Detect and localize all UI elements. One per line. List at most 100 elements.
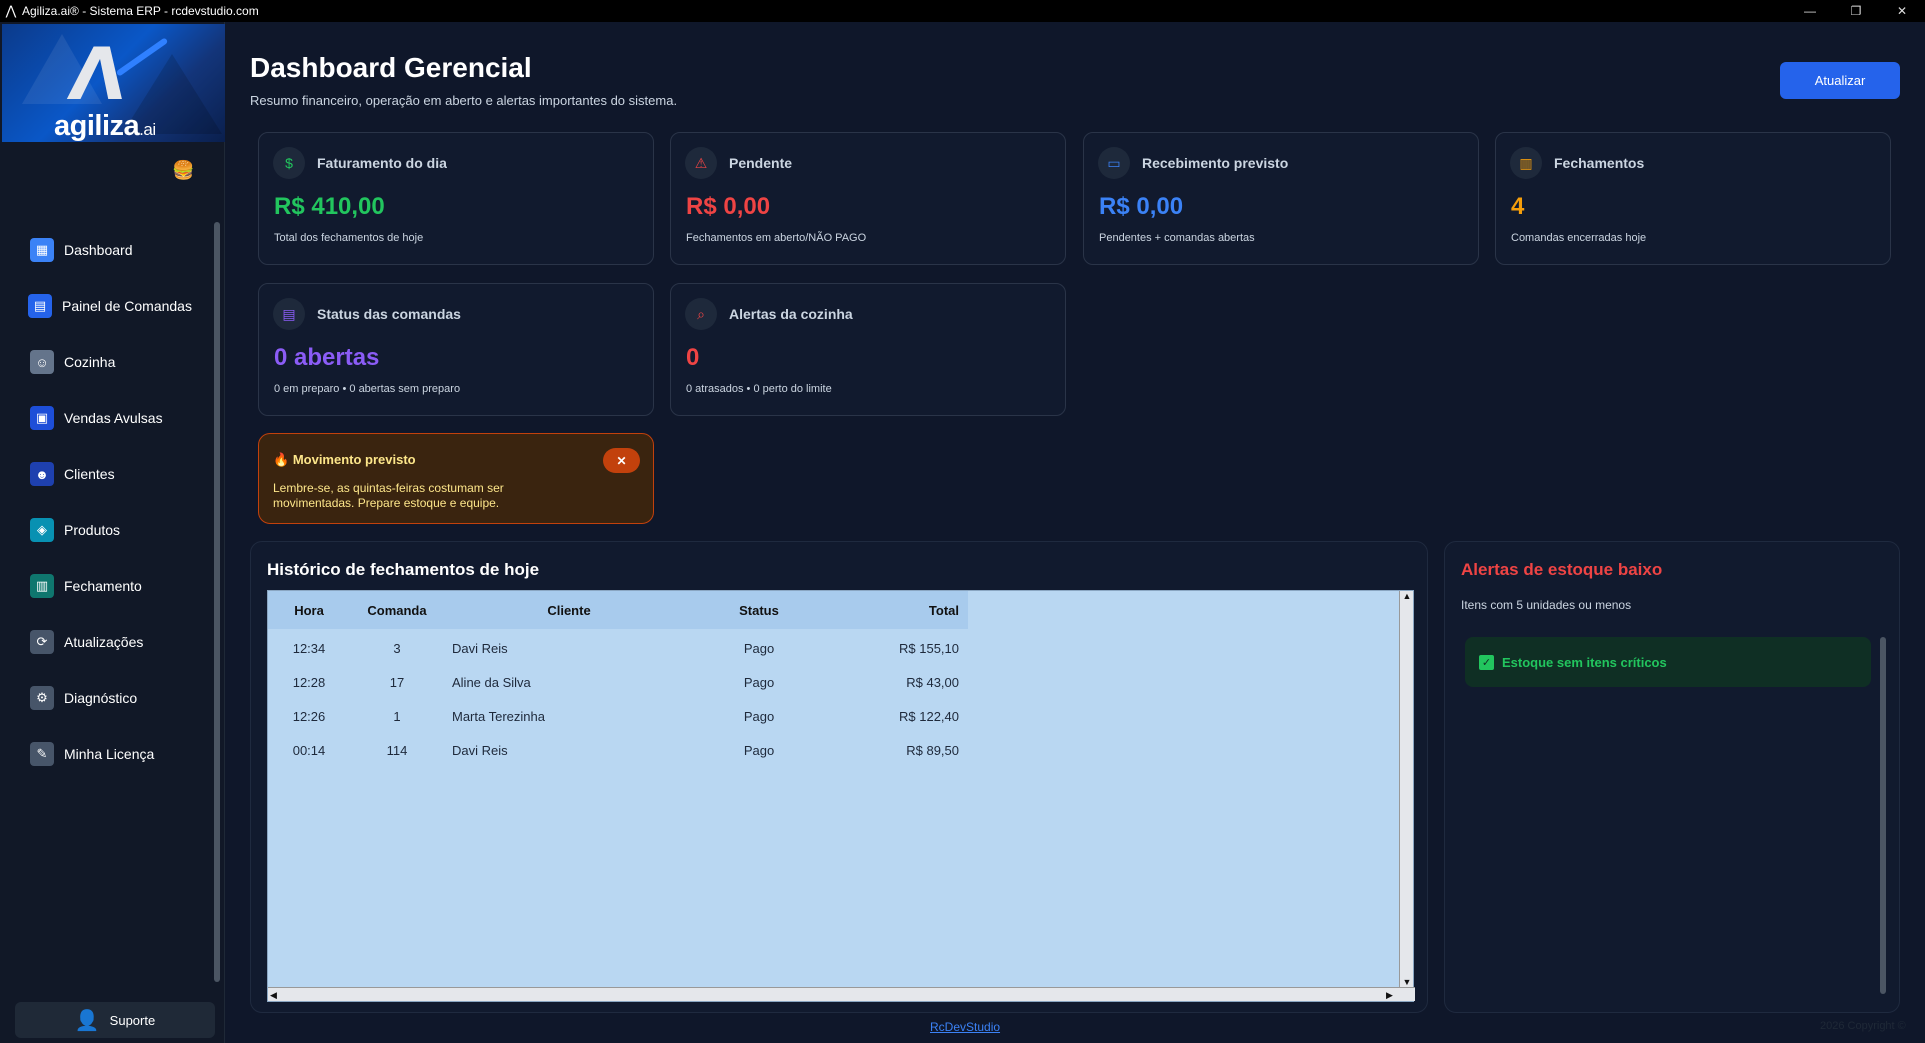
notice-title: 🔥 Movimento previsto (273, 452, 416, 467)
sidebar-scrollbar[interactable] (214, 222, 220, 982)
sales-icon: ▣ (30, 406, 54, 430)
restore-icon[interactable]: ❐ (1833, 4, 1879, 18)
menu-toggle-icon[interactable]: 🍔 (172, 160, 194, 181)
page-title: Dashboard Gerencial (250, 52, 532, 83)
column-header-hora[interactable]: Hora (268, 603, 350, 618)
chart-icon: ▥ (1510, 147, 1542, 179)
close-icon[interactable]: ✕ (1879, 4, 1925, 18)
sidebar-item-fechamento[interactable]: ▥ Fechamento (0, 558, 210, 614)
scroll-down-icon[interactable]: ▼ (1400, 977, 1414, 987)
warning-icon: ⚠ (685, 147, 717, 179)
sidebar-item-produtos[interactable]: ◈ Produtos (0, 502, 210, 558)
card-title: Pendente (729, 155, 793, 171)
history-title: Histórico de fechamentos de hoje (267, 560, 540, 579)
column-header-cliente[interactable]: Cliente (444, 603, 694, 618)
sidebar-item-painel-comandas[interactable]: ▤ Painel de Comandas (0, 278, 210, 334)
table-header: Hora Comanda Cliente Status Total (268, 591, 968, 629)
cell-total: R$ 155,10 (899, 640, 959, 656)
column-header-status[interactable]: Status (694, 603, 824, 618)
cell-cliente: Aline da Silva (452, 674, 531, 690)
receipt-icon: ▤ (273, 298, 305, 330)
table-row[interactable]: 12:26 1 Marta Terezinha Pago R$ 122,40 (268, 699, 968, 733)
history-table[interactable]: Hora Comanda Cliente Status Total 12:34 … (267, 590, 1415, 1002)
cell-comanda: 114 (386, 742, 408, 758)
scroll-left-icon[interactable]: ◀ (270, 988, 277, 1002)
table-row[interactable]: 12:34 3 Davi Reis Pago R$ 155,10 (268, 631, 968, 665)
sidebar-item-label: Fechamento (64, 578, 142, 594)
support-label: Suporte (109, 1012, 156, 1028)
table-vertical-scrollbar[interactable]: ▲ ▼ (1399, 591, 1413, 987)
cell-comanda: 17 (389, 674, 405, 690)
cell-comanda: 3 (393, 640, 401, 656)
column-header-comanda[interactable]: Comanda (350, 603, 444, 618)
license-icon: ✎ (30, 742, 54, 766)
footer-link[interactable]: RcDevStudio (930, 1020, 1000, 1034)
card-alertas-cozinha: ⌕ Alertas da cozinha 0 0 atrasados • 0 pe… (670, 283, 1066, 416)
sidebar: Λ agiliza.ai 🍔 ▦ Dashboard ▤ Painel de C… (0, 22, 225, 1043)
column-header-total[interactable]: Total (824, 603, 964, 618)
cell-status: Pago (743, 640, 775, 656)
cell-total: R$ 43,00 (906, 674, 959, 690)
card-value: 4 (1511, 193, 1525, 220)
scroll-right-icon[interactable]: ▶ (1386, 988, 1393, 1002)
sidebar-item-label: Diagnóstico (64, 690, 138, 706)
cell-hora: 12:28 (292, 674, 326, 690)
alert-search-icon: ⌕ (685, 298, 717, 330)
support-button[interactable]: 👤 Suporte (15, 1002, 215, 1038)
cell-total: R$ 89,50 (906, 742, 959, 758)
closing-icon: ▥ (30, 574, 54, 598)
sidebar-item-atualizacoes[interactable]: ⟳ Atualizações (0, 614, 210, 670)
minimize-icon[interactable]: — (1787, 4, 1833, 18)
history-panel: Histórico de fechamentos de hoje Hora Co… (250, 541, 1428, 1013)
stock-scrollbar[interactable] (1880, 637, 1886, 994)
sidebar-item-label: Produtos (64, 522, 121, 538)
dashboard-icon: ▦ (30, 238, 54, 262)
card-value: 0 abertas (274, 344, 380, 371)
sidebar-item-label: Minha Licença (64, 746, 155, 762)
card-value: R$ 0,00 (686, 193, 771, 220)
card-desc: 0 atrasados • 0 perto do limite (686, 383, 832, 395)
window-title: Agiliza.ai® - Sistema ERP - rcdevstudio.… (22, 4, 259, 18)
card-status-comandas: ▤ Status das comandas 0 abertas 0 em prep… (258, 283, 654, 416)
card-desc: Total dos fechamentos de hoje (274, 232, 424, 244)
table-row[interactable]: 12:28 17 Aline da Silva Pago R$ 43,00 (268, 665, 968, 699)
scroll-up-icon[interactable]: ▲ (1400, 591, 1414, 601)
card-desc: Comandas encerradas hoje (1511, 232, 1647, 244)
sidebar-item-cozinha[interactable]: ☺ Cozinha (0, 334, 210, 390)
sidebar-item-vendas-avulsas[interactable]: ▣ Vendas Avulsas (0, 390, 210, 446)
cell-cliente: Davi Reis (452, 742, 508, 758)
money-icon: $ (273, 147, 305, 179)
copyright-text: 2026 Copyright © (1820, 1020, 1906, 1032)
updates-icon: ⟳ (30, 630, 54, 654)
sidebar-item-dashboard[interactable]: ▦ Dashboard (0, 222, 210, 278)
cell-hora: 12:26 (292, 708, 326, 724)
notice-close-button[interactable]: ✕ (603, 448, 640, 473)
flame-icon: 🔥 (273, 452, 293, 467)
table-horizontal-scrollbar[interactable]: ◀ ▶ (268, 987, 1415, 1001)
card-value: 0 (686, 344, 700, 371)
sidebar-item-minha-licenca[interactable]: ✎ Minha Licença (0, 726, 210, 782)
card-desc: 0 em preparo • 0 abertas sem preparo (274, 383, 461, 395)
cell-hora: 12:34 (292, 640, 326, 656)
sidebar-item-clientes[interactable]: ☻ Clientes (0, 446, 210, 502)
cell-total: R$ 122,40 (899, 708, 959, 724)
sidebar-item-diagnostico[interactable]: ⚙ Diagnóstico (0, 670, 210, 726)
cell-status: Pago (743, 742, 775, 758)
card-title: Fechamentos (1554, 155, 1645, 171)
cell-status: Pago (743, 708, 775, 724)
card-fechamentos: ▥ Fechamentos 4 Comandas encerradas hoje (1495, 132, 1891, 265)
table-row[interactable]: 00:14 114 Davi Reis Pago R$ 89,50 (268, 733, 968, 767)
refresh-button[interactable]: Atualizar (1780, 62, 1900, 99)
brand-name: agiliza.ai (54, 110, 156, 142)
kitchen-icon: ☺ (30, 350, 54, 374)
stock-ok-message: ✓ Estoque sem itens críticos (1465, 637, 1871, 687)
sidebar-item-label: Cozinha (64, 354, 116, 370)
cell-comanda: 1 (393, 708, 401, 724)
card-pendente: ⚠ Pendente R$ 0,00 Fechamentos em aberto/… (670, 132, 1066, 265)
card-value: R$ 0,00 (1099, 193, 1184, 220)
checkmark-icon: ✓ (1479, 654, 1494, 670)
sidebar-item-label: Clientes (64, 466, 115, 482)
cell-cliente: Davi Reis (452, 640, 508, 656)
card-value: R$ 410,00 (274, 193, 385, 220)
stock-subtitle: Itens com 5 unidades ou menos (1461, 598, 1632, 612)
